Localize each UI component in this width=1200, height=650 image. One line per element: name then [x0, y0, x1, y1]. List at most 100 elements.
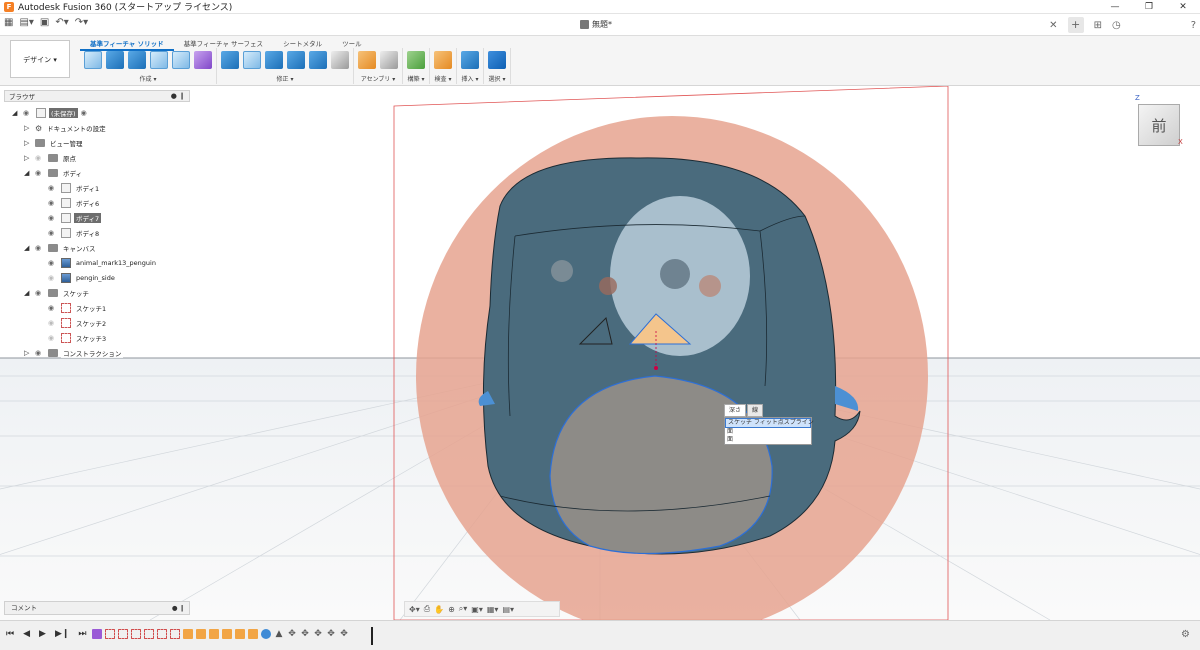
activate-radio-icon[interactable]: ◉ — [81, 109, 91, 117]
shell-icon[interactable] — [287, 51, 305, 69]
tree-row-canvases[interactable]: ◢ ◉ キャンバス — [24, 241, 98, 255]
timeline-sketch-icon[interactable] — [105, 629, 115, 639]
tab-line[interactable]: 線 — [747, 404, 764, 417]
minimize-button[interactable]: — — [1098, 0, 1132, 14]
timeline-move-icon[interactable]: ✥ — [300, 629, 310, 639]
tree-label-sketch2[interactable]: スケッチ2 — [74, 318, 109, 328]
timeline-sketch-icon[interactable] — [118, 629, 128, 639]
play-icon[interactable]: ▶ — [39, 629, 46, 639]
joint-icon[interactable] — [380, 51, 398, 69]
eye-icon[interactable]: ◉ — [48, 184, 58, 192]
offset-plane-icon[interactable] — [407, 51, 425, 69]
dialog-item-face-2[interactable]: 面 — [725, 436, 811, 444]
restore-button[interactable]: ❐ — [1132, 0, 1166, 14]
tree-row-body1[interactable]: ◉ ボディ1 — [48, 181, 102, 195]
help-icon[interactable]: ? — [1191, 20, 1196, 31]
tree-label-body6[interactable]: ボディ6 — [74, 198, 102, 208]
eye-off-icon[interactable]: ◉ — [35, 154, 45, 162]
timeline-body-icon[interactable] — [261, 629, 271, 639]
expand-triangle-icon[interactable]: ▷ — [24, 154, 32, 162]
eye-icon[interactable]: ◉ — [35, 244, 45, 252]
timeline-feature-icon[interactable] — [196, 629, 206, 639]
pan-icon[interactable]: ✋ — [434, 605, 444, 614]
tree-label-body8[interactable]: ボディ8 — [74, 228, 102, 238]
tree-row-origin[interactable]: ▷ ◉ 原点 — [24, 151, 78, 165]
tree-label-sketch1[interactable]: スケッチ1 — [74, 303, 109, 313]
expand-triangle-icon[interactable]: ▷ — [24, 349, 32, 357]
timeline-move-icon[interactable]: ✥ — [313, 629, 323, 639]
app-grid-icon[interactable]: ▦ — [4, 17, 13, 28]
timeline-form-icon[interactable] — [92, 629, 102, 639]
timeline-sketch-icon[interactable] — [157, 629, 167, 639]
tree-row-doc-settings[interactable]: ▷ ⚙ ドキュメントの設定 — [24, 121, 108, 135]
document-tab[interactable]: 無題* — [580, 19, 612, 30]
timeline-marker[interactable] — [371, 627, 373, 645]
pattern-icon[interactable] — [172, 51, 190, 69]
dialog-item-spline[interactable]: スケッチ フィット点スプライン — [725, 418, 814, 428]
eye-icon[interactable]: ◉ — [23, 109, 33, 117]
insert-image-icon[interactable] — [461, 51, 479, 69]
modify-menu[interactable]: 修正 ▾ — [277, 74, 294, 83]
undo-icon[interactable]: ↶▾ — [55, 17, 68, 28]
insert-menu[interactable]: 挿入 ▾ — [462, 74, 479, 83]
tree-label-construction[interactable]: コンストラクション — [61, 348, 124, 358]
tree-row-sketch1[interactable]: ◉ スケッチ1 — [48, 301, 109, 315]
eye-icon[interactable]: ◉ — [48, 229, 58, 237]
zoom-icon[interactable]: ⊕ — [448, 605, 455, 614]
file-menu-icon[interactable]: ▤▾ — [19, 17, 33, 28]
close-tab-icon[interactable]: ✕ — [1049, 20, 1057, 31]
inspect-menu[interactable]: 検査 ▾ — [435, 74, 452, 83]
tree-row-root[interactable]: ◢ ◉ (未保存) ◉ — [12, 106, 91, 120]
fit-icon[interactable]: ⌕▾ — [459, 604, 468, 614]
timeline-move-icon[interactable]: ✥ — [339, 629, 349, 639]
new-component-icon[interactable] — [358, 51, 376, 69]
construct-menu[interactable]: 構築 ▾ — [408, 74, 425, 83]
tree-row-body7[interactable]: ◉ ボディ7 — [48, 211, 102, 225]
tree-label-canvas1[interactable]: animal_mark13_penguin — [74, 259, 158, 267]
eye-off-icon[interactable]: ◉ — [48, 334, 58, 342]
collapse-triangle-icon[interactable]: ◢ — [24, 169, 32, 177]
orbit-icon[interactable]: ✥▾ — [409, 605, 420, 614]
expand-triangle-icon[interactable]: ▷ — [24, 139, 32, 147]
eye-icon[interactable]: ◉ — [35, 289, 45, 297]
history-icon[interactable]: ◷ — [1112, 20, 1121, 31]
tree-label-body7[interactable]: ボディ7 — [74, 213, 102, 223]
timeline-sketch-icon[interactable] — [170, 629, 180, 639]
workspace-button[interactable]: デザイン ▾ — [10, 40, 70, 78]
tree-row-sketches[interactable]: ◢ ◉ スケッチ — [24, 286, 91, 300]
expand-triangle-icon[interactable]: ▷ — [24, 124, 32, 132]
collapse-triangle-icon[interactable]: ◢ — [12, 109, 20, 117]
view-cube[interactable]: 前 — [1138, 104, 1180, 146]
timeline-sketch-icon[interactable] — [144, 629, 154, 639]
save-icon[interactable]: ▣ — [40, 17, 49, 28]
tree-label-sketches[interactable]: スケッチ — [61, 288, 91, 298]
timeline-move-icon[interactable]: ✥ — [326, 629, 336, 639]
tree-label-body1[interactable]: ボディ1 — [74, 183, 102, 193]
timeline-feature-icon[interactable] — [222, 629, 232, 639]
form-icon[interactable] — [194, 51, 212, 69]
tab-depth[interactable]: 深さ — [724, 404, 747, 417]
move-icon[interactable] — [331, 51, 349, 69]
revolve-icon[interactable] — [150, 51, 168, 69]
dialog-item-face-1[interactable]: 面 — [725, 428, 811, 436]
tree-row-body8[interactable]: ◉ ボディ8 — [48, 226, 102, 240]
redo-icon[interactable]: ↷▾ — [75, 17, 88, 28]
tree-label-doc-settings[interactable]: ドキュメントの設定 — [45, 123, 108, 133]
tree-row-sketch3[interactable]: ◉ スケッチ3 — [48, 331, 109, 345]
eye-icon[interactable]: ◉ — [35, 169, 45, 177]
tree-row-bodies[interactable]: ◢ ◉ ボディ — [24, 166, 85, 180]
timeline-feature-icon[interactable] — [209, 629, 219, 639]
display-settings-icon[interactable]: ▣▾ — [471, 605, 483, 614]
eye-icon[interactable]: ◉ — [48, 199, 58, 207]
tree-row-canvas1[interactable]: ◉ animal_mark13_penguin — [48, 256, 158, 270]
tree-row-construction[interactable]: ▷ ◉ コンストラクション — [24, 346, 124, 360]
tree-label-view-mgr[interactable]: ビュー管理 — [48, 138, 85, 148]
tree-row-canvas2[interactable]: ◉ pengin_side — [48, 271, 117, 285]
close-window-button[interactable]: ✕ — [1166, 0, 1200, 14]
timeline-feature-icon[interactable] — [248, 629, 258, 639]
timeline-sketch-icon[interactable] — [131, 629, 141, 639]
tree-row-sketch2[interactable]: ◉ スケッチ2 — [48, 316, 109, 330]
comments-pin-icon[interactable]: ● ❙ — [172, 602, 185, 614]
spline-point[interactable] — [654, 366, 658, 370]
timeline-feature-icon[interactable] — [183, 629, 193, 639]
